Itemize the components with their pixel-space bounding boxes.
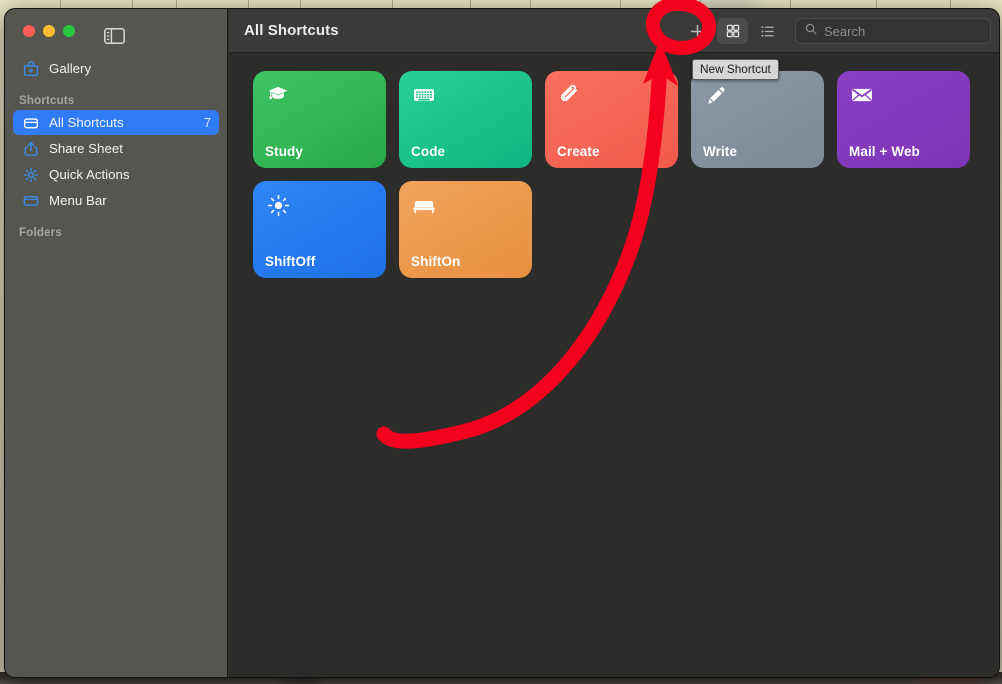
- grid-view-button[interactable]: [717, 18, 748, 44]
- gear-icon: [21, 165, 40, 184]
- toolbar: All Shortcuts Search: [229, 9, 999, 53]
- shortcut-label: ShiftOff: [265, 254, 316, 269]
- shortcut-tile[interactable]: Mail + Web: [837, 71, 970, 168]
- close-button[interactable]: [23, 25, 35, 37]
- sidebar-item-share-sheet[interactable]: Share Sheet: [13, 136, 219, 161]
- shortcut-label: Mail + Web: [849, 144, 920, 159]
- sidebar-item-count: 7: [204, 115, 211, 130]
- sidebar-section-folders-label: Folders: [19, 227, 62, 239]
- list-view-button[interactable]: [752, 18, 783, 44]
- menubar-icon: [21, 191, 40, 210]
- shortcut-label: Create: [557, 144, 600, 159]
- share-icon: [21, 139, 40, 158]
- pencil-icon: [703, 82, 729, 108]
- toolbar-actions: Search: [682, 9, 991, 53]
- sidebar-item-menu-bar[interactable]: Menu Bar: [13, 188, 219, 213]
- sidebar-item-label: Gallery: [49, 61, 92, 76]
- sidebar-item-label: Menu Bar: [49, 193, 107, 208]
- shortcut-tile[interactable]: Create: [545, 71, 678, 168]
- shortcut-tile[interactable]: Write: [691, 71, 824, 168]
- shortcut-label: Study: [265, 144, 304, 159]
- keyboard-icon: [411, 82, 437, 108]
- search-input[interactable]: Search: [795, 18, 991, 44]
- sidebar: Gallery Shortcuts All Shortcuts 7 Share …: [5, 9, 228, 677]
- shortcut-tile[interactable]: ShiftOn: [399, 181, 532, 278]
- shortcut-tile[interactable]: ShiftOff: [253, 181, 386, 278]
- sidebar-item-label: Quick Actions: [49, 167, 130, 182]
- gallery-icon: [21, 59, 40, 78]
- sidebar-item-label: Share Sheet: [49, 141, 123, 156]
- bed-icon: [411, 192, 437, 218]
- graduation-cap-icon: [265, 82, 291, 108]
- sidebar-item-gallery[interactable]: Gallery: [13, 56, 219, 81]
- sidebar-item-label: All Shortcuts: [49, 115, 124, 130]
- sidebar-item-quick-actions[interactable]: Quick Actions: [13, 162, 219, 187]
- sidebar-toggle-icon[interactable]: [104, 28, 125, 44]
- shortcut-label: Write: [703, 144, 738, 159]
- content-area: All Shortcuts Search Study Code Create W…: [229, 9, 999, 677]
- shortcut-label: Code: [411, 144, 446, 159]
- search-placeholder: Search: [824, 23, 866, 39]
- folder-icon: [21, 113, 40, 132]
- shortcuts-app-window: Gallery Shortcuts All Shortcuts 7 Share …: [4, 8, 1000, 678]
- shortcuts-grid: Study Code Create Write Mail + Web Shift…: [229, 53, 999, 677]
- window-controls: [23, 25, 75, 37]
- search-icon: [804, 22, 818, 41]
- tooltip-new-shortcut: New Shortcut: [692, 59, 779, 80]
- envelope-icon: [849, 82, 875, 108]
- sidebar-item-all-shortcuts[interactable]: All Shortcuts 7: [13, 110, 219, 135]
- page-title: All Shortcuts: [244, 22, 339, 39]
- maximize-button[interactable]: [63, 25, 75, 37]
- paperclip-icon: [557, 82, 583, 108]
- sun-icon: [265, 192, 291, 218]
- new-shortcut-button[interactable]: [682, 18, 713, 44]
- shortcut-tile[interactable]: Study: [253, 71, 386, 168]
- shortcut-tile[interactable]: Code: [399, 71, 532, 168]
- minimize-button[interactable]: [43, 25, 55, 37]
- sidebar-section-shortcuts-label: Shortcuts: [19, 95, 75, 107]
- shortcut-label: ShiftOn: [411, 254, 461, 269]
